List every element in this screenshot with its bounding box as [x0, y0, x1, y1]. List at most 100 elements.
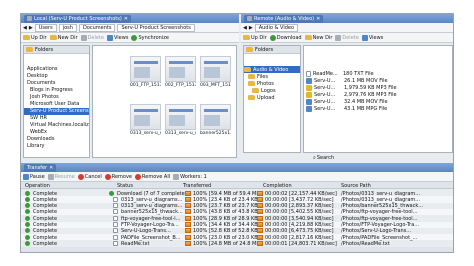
folder-item-selected[interactable]: Serv-U Product Screenshots: [24, 108, 89, 115]
tree-item[interactable]: Upload: [244, 94, 300, 101]
completion-bar: [257, 234, 263, 240]
folder-icon: [252, 88, 259, 93]
column-transferred[interactable]: Transferred: [183, 183, 211, 189]
progress-bar: [185, 215, 191, 221]
folder-item[interactable]: Virtual Machines.localized: [24, 122, 89, 129]
download-icon: [269, 34, 276, 41]
remove-button[interactable]: Remove: [104, 173, 132, 180]
remove-all-icon: [135, 173, 142, 180]
file-row[interactable]: Serv-U... 1,979.59 KB MP3 File: [304, 84, 452, 91]
breadcrumb-audio-video[interactable]: Audio & Video: [254, 23, 299, 32]
file-name: Serv-U...: [314, 105, 336, 112]
folder-item[interactable]: Library: [24, 143, 89, 150]
folder-item[interactable]: Applications: [24, 66, 89, 73]
resume-button[interactable]: Resume: [47, 173, 75, 180]
delete-button[interactable]: Delete: [335, 34, 359, 41]
up-dir-button[interactable]: Up Dir: [243, 35, 267, 41]
folder-icon: [248, 95, 255, 100]
delete-icon: [80, 34, 87, 41]
file-row[interactable]: Serv-U... 43.1 MB MPG File: [304, 105, 452, 112]
breadcrumb-josh[interactable]: josh: [58, 23, 77, 32]
file-row[interactable]: Serv-U... 2,979.76 KB MP3 File: [304, 91, 452, 98]
views-button[interactable]: Views: [361, 34, 383, 41]
cancel-button[interactable]: Cancel: [77, 173, 102, 180]
breadcrumb-documents[interactable]: Documents: [78, 23, 116, 32]
tab-transfer[interactable]: Transfer ✕: [24, 163, 57, 172]
new-dir-button[interactable]: New Dir: [304, 35, 332, 41]
back-icon[interactable]: ◀: [243, 25, 247, 31]
up-folder-icon: [23, 35, 30, 40]
file-row[interactable]: Serv-U... 26.1 MB MOV File: [304, 77, 452, 84]
close-icon[interactable]: ✕: [316, 16, 320, 22]
file-name: ReadMe...: [313, 70, 338, 77]
column-operation[interactable]: Operation: [25, 183, 50, 189]
forward-icon[interactable]: ▶: [29, 25, 33, 31]
thumbnail-image: [165, 56, 196, 82]
thumbnail-item[interactable]: banner525x1...: [200, 104, 231, 136]
thumbnail-item[interactable]: 0313_serv-u_diagrams_...: [165, 104, 196, 136]
file-row[interactable]: ReadMe... 180 TXT File: [304, 70, 452, 77]
cancel-label: Cancel: [84, 173, 102, 180]
folder-icon: [248, 74, 255, 79]
progress-bar: [185, 203, 191, 209]
delete-button[interactable]: Delete: [80, 34, 104, 41]
completion-bar: [257, 228, 263, 234]
tab-local[interactable]: Local (Serv-U Product Screenshots) ✕: [24, 14, 131, 23]
new-dir-button[interactable]: New Dir: [49, 35, 78, 41]
views-icon: [361, 34, 368, 41]
views-button[interactable]: Views: [106, 34, 128, 41]
column-status[interactable]: Status: [117, 183, 133, 189]
download-button[interactable]: Download: [269, 34, 302, 41]
completion-bar: [257, 222, 263, 227]
pause-button[interactable]: Pause: [23, 173, 45, 180]
file-row[interactable]: Serv-U... 32.4 MB MOV File: [304, 98, 452, 105]
folder-item[interactable]: Documents: [24, 80, 89, 87]
back-icon[interactable]: ◀: [23, 25, 27, 31]
file-size: 180 TXT File: [343, 70, 374, 77]
file-icon: [113, 234, 118, 240]
progress-bar: [185, 234, 191, 240]
workers-button[interactable]: Workers: 1: [173, 173, 207, 180]
folder-item[interactable]: Downloads: [24, 136, 89, 143]
thumbnail-image: [200, 104, 231, 130]
check-icon: [25, 234, 30, 240]
tree-item-selected[interactable]: Audio & Video: [244, 66, 300, 73]
up-dir-button[interactable]: Up Dir: [23, 35, 47, 41]
breadcrumb-users[interactable]: Users: [34, 23, 57, 32]
folder-item[interactable]: SW HR: [24, 115, 89, 122]
remove-all-label: Remove All: [142, 173, 171, 180]
transfer-table-header: Operation Status Transferred Completion …: [21, 182, 453, 189]
folder-item[interactable]: WebEx: [24, 129, 89, 136]
folder-item[interactable]: Desktop: [24, 73, 89, 80]
folder-item[interactable]: Josh Photos: [24, 94, 89, 101]
tree-item[interactable]: Logos: [244, 87, 300, 94]
close-icon[interactable]: ✕: [124, 16, 128, 22]
breadcrumb-label: Documents: [82, 24, 112, 31]
thumbnail-caption: banner525x1...: [200, 131, 231, 136]
thumbnail-item[interactable]: 002_FTP_1513...: [165, 56, 196, 88]
column-source-path[interactable]: Source Path: [341, 183, 371, 189]
column-completion[interactable]: Completion: [263, 183, 292, 189]
thumbnail-item[interactable]: 001_FTP_1513...: [130, 56, 161, 88]
file-name: Serv-U...: [314, 98, 336, 105]
tree-item-label: Files: [257, 73, 268, 80]
thumbnail-item[interactable]: 0313_serv-u_diagrams_...: [130, 104, 161, 136]
folder-item[interactable]: Microsoft User Data: [24, 101, 89, 108]
tree-item[interactable]: Photos: [244, 80, 300, 87]
transfer-row[interactable]: Complete ReadMe.txt 100% [24.8 MB of 24.8 …: [21, 240, 453, 247]
video-file-icon: [306, 105, 312, 112]
breadcrumb-screenshots[interactable]: Serv-U Product Screenshots: [117, 23, 195, 32]
check-icon: [25, 203, 30, 209]
views-icon: [106, 34, 113, 41]
close-icon[interactable]: ✕: [49, 165, 53, 171]
forward-icon[interactable]: ▶: [249, 25, 253, 31]
synchronize-button[interactable]: Synchronize: [131, 34, 169, 41]
file-size: 43.1 MB MPG File: [344, 105, 388, 112]
thumbnail-item[interactable]: 003_MFT_1513...: [200, 56, 231, 88]
folder-item[interactable]: Blogs in Progress: [24, 87, 89, 94]
search-button[interactable]: ⌕ Search: [313, 155, 334, 161]
remove-all-button[interactable]: Remove All: [135, 173, 171, 180]
tree-item[interactable]: Files: [244, 73, 300, 80]
completion-bar: [257, 190, 263, 196]
tab-remote[interactable]: Remote (Audio & Video) ✕: [244, 14, 324, 23]
